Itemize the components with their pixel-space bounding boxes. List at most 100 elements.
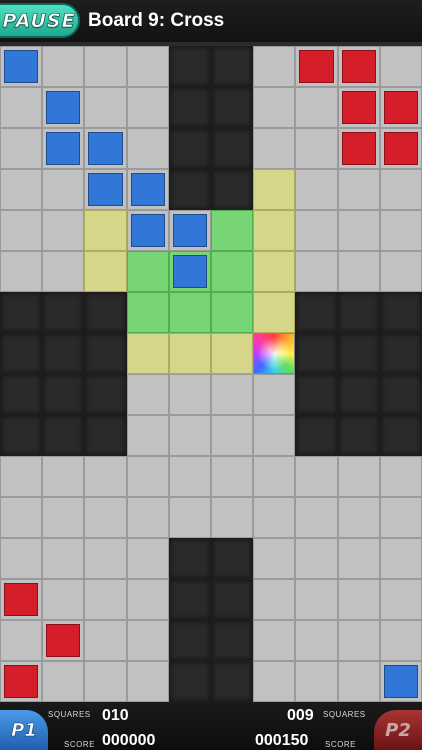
board-cell-gray[interactable] [253, 374, 296, 415]
board-cell-gray[interactable] [126, 456, 169, 497]
board-cell-yellow[interactable] [253, 169, 296, 210]
rainbow-bonus-tile[interactable] [253, 333, 296, 374]
board-cell-yellow[interactable] [84, 251, 127, 292]
board-cell-gray[interactable] [0, 210, 43, 251]
board-cell-gray[interactable] [42, 210, 85, 251]
board-cell-gray[interactable] [379, 456, 422, 497]
board-cell-yellow[interactable] [253, 251, 296, 292]
board-cell-gray[interactable] [42, 661, 85, 702]
board-cell-gray[interactable] [126, 46, 169, 87]
board-cell-gray[interactable] [168, 497, 211, 538]
board-cell-gray[interactable] [84, 497, 127, 538]
p1-blue-piece[interactable] [130, 214, 165, 247]
board-cell-gray[interactable] [126, 128, 169, 169]
board-cell-gray[interactable] [0, 169, 43, 210]
board-cell-gray[interactable] [42, 497, 85, 538]
board-cell-gray[interactable] [337, 497, 380, 538]
board-cell-gray[interactable] [337, 661, 380, 702]
board-cell-gray[interactable] [126, 87, 169, 128]
board-cell-gray[interactable] [379, 169, 422, 210]
board-cell-gray[interactable] [253, 46, 296, 87]
board-cell-yellow[interactable] [253, 210, 296, 251]
board-cell-gray[interactable] [84, 456, 127, 497]
p1-blue-piece[interactable] [46, 91, 81, 124]
p1-blue-piece[interactable] [88, 173, 123, 206]
board-cell-gray[interactable] [0, 497, 43, 538]
board-cell-gray[interactable] [42, 456, 85, 497]
board-cell-gray[interactable] [0, 620, 43, 661]
board-cell-gray[interactable] [253, 538, 296, 579]
board-cell-gray[interactable] [126, 497, 169, 538]
board-cell-gray[interactable] [379, 210, 422, 251]
p1-blue-piece[interactable] [4, 50, 39, 83]
board-cell-gray[interactable] [337, 251, 380, 292]
board-cell-gray[interactable] [379, 538, 422, 579]
board-cell-gray[interactable] [337, 579, 380, 620]
board-cell-gray[interactable] [253, 87, 296, 128]
board-cell-gray[interactable] [295, 620, 338, 661]
p2-red-piece[interactable] [341, 132, 376, 165]
board-cell-yellow[interactable] [126, 333, 169, 374]
board-cell-gray[interactable] [379, 497, 422, 538]
board-cell-green[interactable] [211, 251, 254, 292]
board-cell-gray[interactable] [379, 620, 422, 661]
p2-red-piece[interactable] [341, 91, 376, 124]
board-cell-gray[interactable] [295, 497, 338, 538]
board-cell-gray[interactable] [84, 87, 127, 128]
board-cell-gray[interactable] [211, 415, 254, 456]
board-cell-gray[interactable] [168, 374, 211, 415]
pause-button[interactable]: PAUSE [0, 3, 80, 38]
board-cell-gray[interactable] [295, 169, 338, 210]
board-cell-gray[interactable] [126, 538, 169, 579]
board-cell-gray[interactable] [42, 169, 85, 210]
p1-blue-piece[interactable] [172, 214, 207, 247]
board-cell-yellow[interactable] [211, 333, 254, 374]
board-cell-gray[interactable] [211, 456, 254, 497]
board-cell-yellow[interactable] [168, 333, 211, 374]
p1-blue-piece[interactable] [130, 173, 165, 206]
board-cell-gray[interactable] [0, 87, 43, 128]
board-cell-gray[interactable] [295, 128, 338, 169]
board-cell-gray[interactable] [0, 538, 43, 579]
board-cell-gray[interactable] [295, 87, 338, 128]
board-cell-green[interactable] [211, 210, 254, 251]
board-cell-gray[interactable] [126, 661, 169, 702]
board-cell-gray[interactable] [42, 538, 85, 579]
p1-blue-piece[interactable] [172, 255, 207, 288]
board-cell-gray[interactable] [126, 374, 169, 415]
p1-blue-piece[interactable] [88, 132, 123, 165]
board-cell-gray[interactable] [84, 579, 127, 620]
board-cell-gray[interactable] [168, 456, 211, 497]
board-cell-gray[interactable] [253, 128, 296, 169]
board-cell-yellow[interactable] [84, 210, 127, 251]
board-cell-gray[interactable] [126, 579, 169, 620]
board-cell-gray[interactable] [253, 415, 296, 456]
board-cell-gray[interactable] [0, 128, 43, 169]
board-cell-gray[interactable] [295, 579, 338, 620]
board-cell-gray[interactable] [126, 620, 169, 661]
board-cell-gray[interactable] [379, 46, 422, 87]
p2-red-piece[interactable] [383, 91, 418, 124]
p2-red-piece[interactable] [299, 50, 334, 83]
board-cell-green[interactable] [168, 292, 211, 333]
board-cell-gray[interactable] [253, 620, 296, 661]
board-cell-gray[interactable] [42, 46, 85, 87]
p1-blue-piece[interactable] [383, 665, 418, 698]
board-cell-gray[interactable] [211, 374, 254, 415]
board-cell-green[interactable] [126, 251, 169, 292]
board-cell-green[interactable] [126, 292, 169, 333]
p2-red-piece[interactable] [341, 50, 376, 83]
board-cell-gray[interactable] [295, 210, 338, 251]
board-cell-gray[interactable] [295, 538, 338, 579]
board-cell-gray[interactable] [379, 579, 422, 620]
board-cell-gray[interactable] [295, 456, 338, 497]
board-cell-gray[interactable] [84, 538, 127, 579]
p2-red-piece[interactable] [4, 583, 39, 616]
board-cell-gray[interactable] [84, 661, 127, 702]
board-cell-gray[interactable] [0, 251, 43, 292]
board-cell-gray[interactable] [42, 251, 85, 292]
board-cell-gray[interactable] [126, 415, 169, 456]
board-cell-gray[interactable] [42, 579, 85, 620]
board-cell-gray[interactable] [379, 251, 422, 292]
board-cell-gray[interactable] [337, 620, 380, 661]
